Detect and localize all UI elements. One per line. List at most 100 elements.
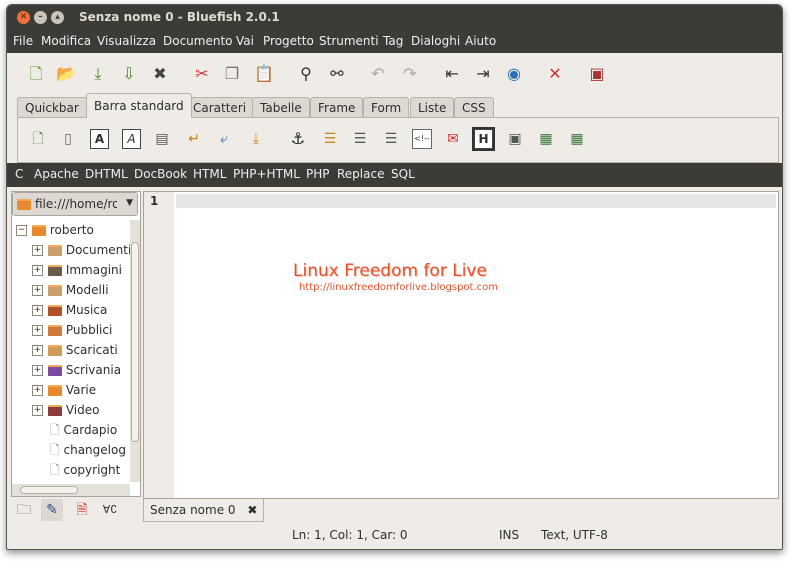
filebrowser-tab-icon[interactable]: 🗀 xyxy=(13,499,35,521)
expand-icon[interactable]: + xyxy=(32,305,43,316)
find-icon[interactable]: ⚲ xyxy=(295,63,317,85)
indent-icon[interactable]: ⇥ xyxy=(472,63,494,85)
lang-php[interactable]: PHP xyxy=(306,167,330,181)
expand-icon[interactable]: + xyxy=(32,245,43,256)
path-combo[interactable]: file:///home/roberto ▼ xyxy=(12,192,138,216)
tab-tabelle[interactable]: Tabelle xyxy=(252,97,310,118)
tree-item-scrivania[interactable]: + Scrivania xyxy=(30,360,121,380)
file-browser-hscrollbar[interactable] xyxy=(12,484,130,496)
expand-icon[interactable]: + xyxy=(32,325,43,336)
tab-caratteri[interactable]: Caratteri xyxy=(185,97,255,118)
tree-item-video[interactable]: + Video xyxy=(30,400,99,420)
tab-form[interactable]: Form xyxy=(363,97,410,118)
menu-vai[interactable]: Vai xyxy=(236,34,254,48)
expand-icon[interactable]: + xyxy=(32,285,43,296)
lang-docbook[interactable]: DocBook xyxy=(134,167,187,181)
menu-aiuto[interactable]: Aiuto xyxy=(465,34,496,48)
multi-thumbnail-icon[interactable]: ▦ xyxy=(567,129,587,149)
expand-icon[interactable]: + xyxy=(32,405,43,416)
align-center-icon[interactable]: ☰ xyxy=(350,129,370,149)
preview-icon[interactable]: ◉ xyxy=(503,63,525,85)
tree-item-immagini[interactable]: + Immagini xyxy=(30,260,122,280)
window-close-button[interactable]: ✕ xyxy=(17,11,30,24)
redo-icon[interactable]: ↷ xyxy=(399,63,421,85)
window-minimize-button[interactable]: – xyxy=(34,11,47,24)
scrollbar-thumb[interactable] xyxy=(131,242,139,442)
tree-item-scaricati[interactable]: + Scaricati xyxy=(30,340,118,360)
lang-html[interactable]: HTML xyxy=(193,167,226,181)
menu-visualizza[interactable]: Visualizza xyxy=(97,34,156,48)
tab-liste[interactable]: Liste xyxy=(410,97,455,118)
paragraph-icon[interactable]: ▤ xyxy=(152,129,172,149)
reference-tab-icon[interactable]: 🗎 xyxy=(71,499,93,521)
fullscreen-icon[interactable]: ▣ xyxy=(586,63,608,85)
quickstart-icon[interactable]: 🗋 xyxy=(28,129,48,149)
expand-icon[interactable]: + xyxy=(32,265,43,276)
email-icon[interactable]: ✉ xyxy=(443,129,463,149)
copy-icon[interactable]: ❐ xyxy=(221,63,243,85)
menu-file[interactable]: File xyxy=(13,34,33,48)
tree-item-varie[interactable]: + Varie xyxy=(30,380,96,400)
menu-modifica[interactable]: Modifica xyxy=(41,34,91,48)
menu-documento[interactable]: Documento xyxy=(163,34,233,48)
italic-icon[interactable]: A xyxy=(122,129,141,149)
new-file-icon[interactable]: 🗋 xyxy=(25,63,47,85)
menu-strumenti[interactable]: Strumenti xyxy=(319,34,379,48)
lang-replace[interactable]: Replace xyxy=(337,167,384,181)
tree-item-musica[interactable]: + Musica xyxy=(30,300,107,320)
save-icon[interactable]: ⤓ xyxy=(87,63,109,85)
tab-barra-standard[interactable]: Barra standard xyxy=(86,93,192,118)
bold-icon[interactable]: A xyxy=(90,129,109,149)
scrollbar-thumb[interactable] xyxy=(20,486,78,494)
tree-item-modelli[interactable]: + Modelli xyxy=(30,280,109,300)
cut-icon[interactable]: ✂ xyxy=(191,63,213,85)
menu-progetto[interactable]: Progetto xyxy=(263,34,314,48)
tools-icon[interactable]: ✕ xyxy=(544,63,566,85)
expand-icon[interactable]: + xyxy=(32,345,43,356)
lang-c[interactable]: C xyxy=(15,167,23,181)
menu-dialoghi[interactable]: Dialoghi xyxy=(411,34,460,48)
save-as-icon[interactable]: ⇩ xyxy=(118,63,140,85)
window-maximize-button[interactable]: ▴ xyxy=(51,11,64,24)
tree-root[interactable]: − roberto xyxy=(14,220,94,240)
bookmarks-tab-icon[interactable]: ✎ xyxy=(41,499,63,521)
heading-icon[interactable]: H xyxy=(472,127,495,151)
menu-tag[interactable]: Tag xyxy=(383,34,403,48)
open-file-icon[interactable]: 📂 xyxy=(55,63,77,85)
image-icon[interactable]: ▣ xyxy=(505,129,525,149)
expand-icon[interactable]: + xyxy=(32,385,43,396)
nbsp-icon[interactable]: ⤓ xyxy=(246,129,266,149)
comment-icon[interactable]: <!-- xyxy=(412,129,432,149)
thumbnail-icon[interactable]: ▦ xyxy=(536,129,556,149)
lang-sql[interactable]: SQL xyxy=(391,167,415,181)
close-icon[interactable]: ✖ xyxy=(149,63,171,85)
tab-frame[interactable]: Frame xyxy=(310,97,364,118)
undo-icon[interactable]: ↶ xyxy=(367,63,389,85)
replace-icon[interactable]: ⚯ xyxy=(326,63,348,85)
document-tab[interactable]: Senza nome 0 ✖ xyxy=(143,499,265,522)
unindent-icon[interactable]: ⇤ xyxy=(441,63,463,85)
tree-item-pubblici[interactable]: + Pubblici xyxy=(30,320,112,340)
align-left-icon[interactable]: ☰ xyxy=(320,129,340,149)
tree-file-copyright[interactable]: 🗋 copyright xyxy=(50,460,120,480)
paste-icon[interactable]: 📋 xyxy=(253,63,275,85)
lang-apache[interactable]: Apache xyxy=(34,167,79,181)
break-icon[interactable]: ↵ xyxy=(184,129,204,149)
tree-file-changelog[interactable]: 🗋 changelog xyxy=(50,440,126,460)
tree-item-documenti[interactable]: + Documenti xyxy=(30,240,131,260)
align-right-icon[interactable]: ☰ xyxy=(381,129,401,149)
tab-css[interactable]: CSS xyxy=(454,97,494,118)
body-icon[interactable]: ▯ xyxy=(58,129,78,149)
charmap-tab-icon[interactable]: ∀∁ xyxy=(99,499,121,521)
tree-file-cardapio[interactable]: 🗋 Cardapio xyxy=(50,420,117,440)
break-clear-icon[interactable]: ⤶ xyxy=(214,129,234,149)
editor-area[interactable]: 1 xyxy=(143,191,779,499)
expand-icon[interactable]: + xyxy=(32,365,43,376)
file-browser-vscrollbar[interactable] xyxy=(130,220,140,482)
close-tab-icon[interactable]: ✖ xyxy=(247,503,257,517)
lang-dhtml[interactable]: DHTML xyxy=(85,167,128,181)
lang-php-html[interactable]: PHP+HTML xyxy=(233,167,300,181)
anchor-icon[interactable]: ⚓ xyxy=(288,129,308,149)
tab-quickbar[interactable]: Quickbar xyxy=(17,97,87,118)
collapse-icon[interactable]: − xyxy=(16,225,27,236)
